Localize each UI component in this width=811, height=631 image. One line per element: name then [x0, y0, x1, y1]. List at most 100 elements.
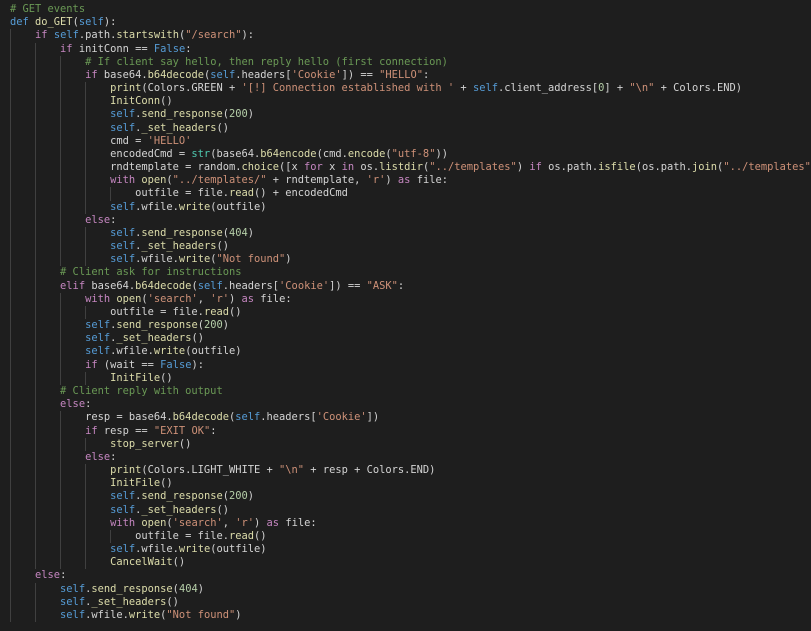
- code-line[interactable]: cmd = 'HELLO': [10, 134, 811, 148]
- code-token: 'Cookie': [291, 68, 342, 81]
- code-line[interactable]: # GET events: [10, 3, 811, 16]
- code-line[interactable]: else:: [10, 450, 811, 465]
- code-line[interactable]: else:: [10, 213, 811, 227]
- code-line[interactable]: if (wait == False):: [10, 358, 811, 372]
- indent-guide: [35, 464, 37, 478]
- code-token: self: [110, 200, 136, 213]
- code-line[interactable]: if base64.b64decode(self.headers['Cookie…: [10, 68, 811, 83]
- code-line[interactable]: if self.path.startswith("/search"):: [10, 29, 811, 43]
- code-token: 'Cookie': [279, 279, 330, 292]
- code-token: (os.path.: [635, 161, 693, 174]
- code-line[interactable]: self._set_headers(): [10, 332, 811, 346]
- code-token: 'Cookie': [316, 411, 367, 424]
- code-token: with: [110, 516, 142, 529]
- code-line[interactable]: self._set_headers(): [10, 240, 811, 254]
- code-line[interactable]: def do_GET(self):: [10, 16, 811, 29]
- indent-guide: [35, 371, 37, 385]
- code-line[interactable]: self.wfile.write(outfile): [10, 345, 811, 359]
- code-line[interactable]: print(Colors.GREEN + '[!] Connection est…: [10, 82, 811, 96]
- code-editor[interactable]: # GET events def do_GET(self): if self.pa…: [0, 0, 811, 631]
- indent-guide: [10, 437, 11, 451]
- code-line[interactable]: else:: [10, 398, 811, 412]
- code-token: (wait ==: [103, 358, 161, 371]
- code-token: self: [110, 226, 136, 239]
- code-line[interactable]: stop_server(): [10, 437, 811, 451]
- code-line[interactable]: self.send_response(200): [10, 108, 811, 122]
- indent-guide: [10, 226, 11, 241]
- indent-guide: [35, 595, 37, 609]
- code-token: (): [216, 503, 229, 516]
- code-line[interactable]: else:: [10, 569, 811, 583]
- code-token: (): [216, 121, 229, 134]
- code-line[interactable]: with open('search', 'r') as file:: [10, 292, 811, 306]
- code-token: # Client ask for instructions: [60, 266, 242, 279]
- indent-guide: [35, 411, 37, 425]
- code-line[interactable]: self.send_response(200): [10, 319, 811, 333]
- code-token: as: [397, 174, 417, 187]
- code-line[interactable]: # If client say hello, then reply hello …: [10, 55, 811, 69]
- indent-guide: [10, 29, 11, 43]
- code-area[interactable]: # GET events def do_GET(self): if self.pa…: [10, 3, 811, 623]
- code-line[interactable]: if resp == "EXIT OK":: [10, 424, 811, 438]
- code-line[interactable]: InitFile(): [10, 477, 811, 491]
- indent-guide: [60, 226, 62, 241]
- indent-guide: [60, 332, 62, 346]
- code-line[interactable]: self.wfile.write(outfile): [10, 200, 811, 214]
- code-token: if: [529, 161, 549, 174]
- indent-guide: [85, 174, 87, 188]
- indent-guide: [60, 147, 62, 162]
- code-line[interactable]: outfile = file.read(): [10, 529, 811, 544]
- code-token: encode: [347, 147, 386, 160]
- code-line[interactable]: outfile = file.read() + encodedCmd: [10, 187, 811, 201]
- code-line[interactable]: encodedCmd = str(base64.b64encode(cmd.en…: [10, 147, 811, 162]
- code-line[interactable]: self.wfile.write("Not found"): [10, 253, 811, 267]
- code-line[interactable]: self._set_headers(): [10, 503, 811, 517]
- code-line[interactable]: self.wfile.write(outfile): [10, 543, 811, 557]
- indent-guide: [60, 305, 62, 320]
- code-line[interactable]: # Client ask for instructions: [10, 266, 811, 280]
- indent-guide: [10, 516, 11, 530]
- code-token: b64decode: [172, 411, 229, 424]
- code-token: "\n": [279, 464, 305, 477]
- indent-guide: [85, 240, 87, 254]
- code-line[interactable]: self.send_response(404): [10, 226, 811, 241]
- code-token: listdir: [379, 161, 423, 174]
- code-line[interactable]: # Client reply with output: [10, 384, 811, 399]
- code-line[interactable]: InitConn(): [10, 95, 811, 109]
- code-line[interactable]: self.send_response(404): [10, 582, 811, 596]
- code-line[interactable]: resp = base64.b64decode(self.headers['Co…: [10, 411, 811, 425]
- code-token: 404: [178, 582, 198, 595]
- code-token: self: [110, 108, 136, 121]
- code-line[interactable]: rndtemplate = random.choice([x for x in …: [10, 161, 811, 175]
- code-token: 'search': [147, 292, 198, 305]
- code-token: ): [222, 319, 230, 332]
- code-token: (): [160, 95, 173, 108]
- code-line[interactable]: outfile = file.read(): [10, 305, 811, 320]
- code-line[interactable]: self._set_headers(): [10, 595, 811, 609]
- indent-guide: [35, 213, 37, 227]
- indent-guide: [10, 240, 11, 254]
- indentation: [10, 214, 85, 226]
- code-token: (Colors.GREEN +: [141, 82, 242, 95]
- code-line[interactable]: print(Colors.LIGHT_WHITE + "\n" + resp +…: [10, 464, 811, 478]
- indent-guide: [10, 253, 11, 267]
- code-token: # Client reply with output: [60, 384, 223, 397]
- code-token: b64encode: [260, 147, 317, 160]
- code-line[interactable]: CancelWait(): [10, 556, 811, 570]
- code-line[interactable]: self.wfile.write("Not found"): [10, 608, 811, 623]
- code-token: stop_server: [110, 437, 179, 450]
- indent-guide: [85, 464, 87, 478]
- indent-guide: [60, 95, 62, 109]
- indent-guide: [85, 516, 87, 530]
- code-line[interactable]: with open("../templates/" + rndtemplate,…: [10, 174, 811, 188]
- code-line[interactable]: self.send_response(200): [10, 490, 811, 504]
- code-line[interactable]: elif base64.b64decode(self.headers['Cook…: [10, 279, 811, 293]
- code-line[interactable]: self._set_headers(): [10, 121, 811, 135]
- code-line[interactable]: if initConn == False:: [10, 42, 811, 56]
- indent-guide: [35, 450, 37, 465]
- code-token: self: [197, 279, 223, 292]
- code-line[interactable]: InitFile(): [10, 371, 811, 385]
- code-line[interactable]: with open('search', 'r') as file:: [10, 516, 811, 530]
- code-token: outfile = file.: [110, 305, 204, 318]
- indent-guide: [60, 292, 62, 306]
